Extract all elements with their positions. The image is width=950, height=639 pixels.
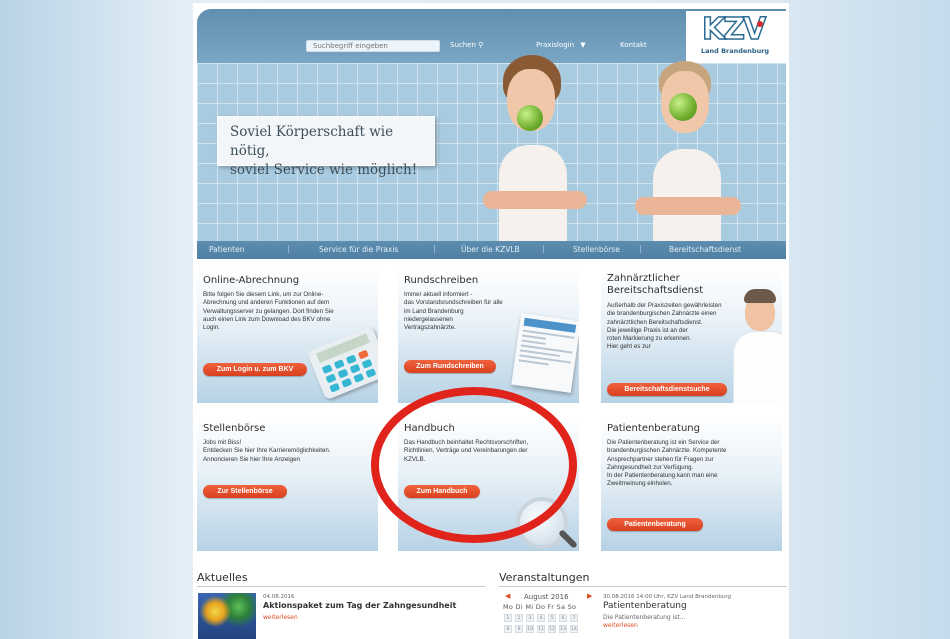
hero-banner: Soviel Körperschaft wie nötig, soviel Se… — [197, 55, 786, 241]
box-title: Online-Abrechnung — [203, 275, 300, 286]
calendar-day[interactable]: 12 — [548, 625, 556, 633]
event-meta: 30.08.2016 14:00 Uhr, KZV Land Brandenbu… — [603, 594, 732, 600]
nav-separator: | — [287, 244, 290, 253]
news-thumbnail[interactable] — [198, 593, 256, 639]
calculator-icon — [306, 325, 378, 401]
calendar-day[interactable]: 9 — [515, 625, 523, 633]
patientenberatung-button[interactable]: Patientenberatung — [607, 518, 703, 531]
nav-separator: | — [639, 244, 642, 253]
event-title[interactable]: Patientenberatung — [603, 601, 687, 611]
event-description: Die Patientenberatung ist... — [603, 614, 686, 621]
bereitschaftsdienst-search-button[interactable]: Bereitschaftsdienstsuche — [607, 383, 727, 396]
nav-item-service[interactable]: Service für die Praxis — [319, 245, 398, 254]
calendar-day[interactable]: 10 — [526, 625, 534, 633]
section-divider — [197, 586, 485, 587]
chevron-down-icon: ▼ — [580, 41, 586, 49]
tagline-line-2: soviel Service wie möglich! — [230, 162, 418, 178]
box-title: Patientenberatung — [607, 423, 700, 434]
calendar-day[interactable]: 7 — [570, 614, 578, 622]
calendar-day[interactable]: 4 — [537, 614, 545, 622]
events-section-title: Veranstaltungen — [499, 571, 590, 584]
box-text: Immer aktuell informiert - das Vorstands… — [404, 291, 503, 332]
next-month-icon[interactable]: ▶ — [587, 592, 592, 600]
box-title: Rundschreiben — [404, 275, 479, 286]
logo-dot — [757, 21, 763, 27]
box-text: Außerhalb der Praxiszeiten gewährleisten… — [607, 302, 722, 351]
calendar-day[interactable]: 5 — [548, 614, 556, 622]
stellenboerse-button[interactable]: Zur Stellenbörse — [203, 485, 287, 498]
calendar-day[interactable]: 13 — [559, 625, 567, 633]
calendar-month: August 2016 — [524, 593, 569, 601]
search-button[interactable]: Suchen ⚲ — [450, 41, 483, 49]
news-read-more[interactable]: weiterlesen — [263, 614, 298, 621]
rundschreiben-button[interactable]: Zum Rundschreiben — [404, 360, 496, 373]
bereitschaftsdienst-box: Zahnärztlicher Bereitschaftsdienst Außer… — [601, 267, 782, 403]
event-read-more[interactable]: weiterlesen — [603, 622, 638, 629]
box-text: Die Patientenberatung ist ein Service de… — [607, 439, 727, 488]
calendar-day[interactable]: 1 — [504, 614, 512, 622]
nav-item-bereitschaftsdienst[interactable]: Bereitschaftsdienst — [669, 245, 741, 254]
box-text: Bitte folgen Sie diesem Link, um zur Onl… — [203, 291, 334, 332]
kzv-logo[interactable]: KZV Land Brandenburg — [686, 11, 786, 63]
search-icon: ⚲ — [478, 41, 484, 49]
calendar-weekdays: Mo Di Mi Do Fr Sa So — [503, 603, 577, 611]
main-nav: Patienten | Service für die Praxis | Übe… — [197, 241, 786, 259]
highlight-ring — [371, 387, 577, 543]
page-container: Suchen ⚲ Praxislogin ▼ Kontakt KZV Land … — [193, 3, 789, 639]
calendar-day[interactable]: 11 — [537, 625, 545, 633]
login-bkv-button[interactable]: Zum Login u. zum BKV — [203, 363, 307, 376]
contact-link[interactable]: Kontakt — [620, 41, 647, 49]
practice-login-label: Praxislogin — [536, 41, 575, 49]
practice-login-button[interactable]: Praxislogin ▼ — [536, 41, 586, 49]
nav-item-patienten[interactable]: Patienten — [209, 245, 244, 254]
logo-mark: KZV — [701, 12, 767, 47]
calendar-day[interactable]: 14 — [570, 625, 578, 633]
logo-subtitle: Land Brandenburg — [701, 47, 770, 55]
news-date: 04.08.2016 — [263, 594, 295, 600]
section-divider — [499, 586, 787, 587]
stellenboerse-box: Stellenbörse Jobs mit Biss! Entdecken Si… — [197, 415, 378, 551]
nav-item-ueber[interactable]: Über die KZVLB — [461, 245, 520, 254]
calendar-day[interactable]: 8 — [504, 625, 512, 633]
calendar-day[interactable]: 6 — [559, 614, 567, 622]
calendar-day[interactable]: 2 — [515, 614, 523, 622]
news-section-title: Aktuelles — [197, 571, 248, 584]
hero-child-right — [625, 59, 749, 241]
nav-separator: | — [433, 244, 436, 253]
news-headline[interactable]: Aktionspaket zum Tag der Zahngesundheit — [263, 601, 456, 610]
patientenberatung-box: Patientenberatung Die Patientenberatung … — [601, 415, 782, 551]
box-title: Stellenbörse — [203, 423, 266, 434]
tagline-line-1: Soviel Körperschaft wie nötig, — [230, 124, 394, 159]
online-abrechnung-box: Online-Abrechnung Bitte folgen Sie diese… — [197, 267, 378, 403]
prev-month-icon[interactable]: ◀ — [505, 592, 510, 600]
hero-tagline: Soviel Körperschaft wie nötig, soviel Se… — [217, 116, 435, 178]
box-text: Jobs mit Biss! Entdecken Sie hier Ihre K… — [203, 439, 331, 463]
nav-separator: | — [542, 244, 545, 253]
search-input[interactable] — [306, 40, 440, 52]
box-title: Zahnärztlicher Bereitschaftsdienst — [607, 273, 704, 296]
rundschreiben-box: Rundschreiben Immer aktuell informiert -… — [398, 267, 579, 403]
search-label: Suchen — [450, 41, 476, 49]
nav-item-stellenboerse[interactable]: Stellenbörse — [573, 245, 620, 254]
calendar-day[interactable]: 3 — [526, 614, 534, 622]
hero-child-left — [475, 55, 595, 241]
